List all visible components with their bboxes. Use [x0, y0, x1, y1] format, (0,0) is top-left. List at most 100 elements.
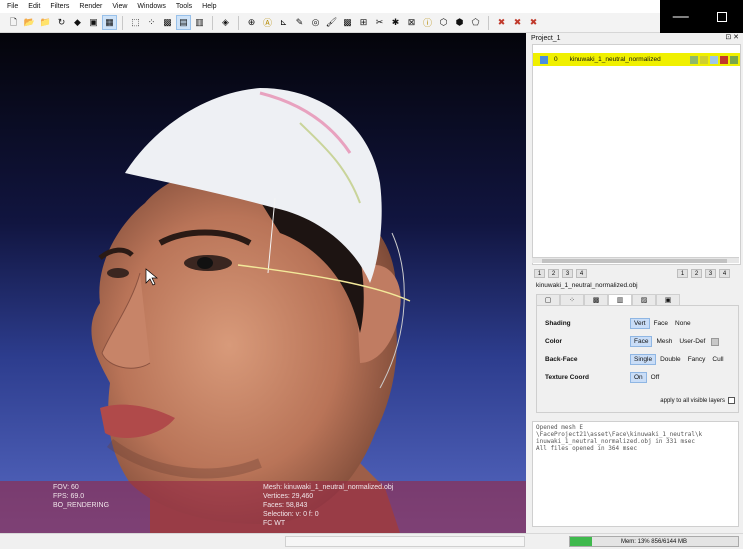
log-output[interactable]: Opened mesh E \FaceProject21\asset\Face\… [532, 421, 739, 527]
info-icon[interactable]: ⓘ [420, 15, 435, 30]
select-icon[interactable]: ◎ [308, 15, 323, 30]
face-select-icon[interactable]: ⊠ [404, 15, 419, 30]
menu-tools[interactable]: Tools [171, 0, 197, 13]
flat-shading-icon[interactable]: ▤ [176, 15, 191, 30]
backface-label: Back-Face [545, 356, 578, 363]
memory-usage-bar: Mem: 13% 856/6144 MB [569, 536, 739, 547]
slot-1-button[interactable]: 1 [677, 269, 688, 278]
backface-fancy-option[interactable]: Fancy [685, 355, 709, 364]
apply-all-label: apply to all visible layers [660, 397, 725, 404]
wireframe-icon[interactable]: ▩ [160, 15, 175, 30]
menu-windows[interactable]: Windows [132, 0, 170, 13]
backface-single-option[interactable]: Single [630, 354, 657, 365]
reload-icon[interactable]: ↻ [54, 15, 69, 30]
face-icon [700, 55, 708, 64]
points-icon[interactable]: ⁘ [144, 15, 159, 30]
slot-3-button[interactable]: 3 [705, 269, 716, 278]
edit-mesh-icon[interactable]: ✂ [372, 15, 387, 30]
selection-label: Selection: v: 0 f: 0 [263, 511, 319, 518]
delete-faces-icon[interactable]: ✖ [494, 15, 509, 30]
shading-none-option[interactable]: None [672, 319, 694, 328]
visibility-eye-icon[interactable] [540, 55, 548, 64]
menu-view[interactable]: View [107, 0, 132, 13]
color-swatch[interactable] [711, 337, 720, 346]
view-mode-icon[interactable]: ▦ [102, 15, 117, 30]
apply-all-checkbox[interactable] [728, 397, 735, 404]
slot-2-button[interactable]: 2 [691, 269, 702, 278]
annotate-icon[interactable]: Ⓐ [260, 15, 275, 30]
measure-icon[interactable]: ⊾ [276, 15, 291, 30]
save-icon[interactable]: ◆ [70, 15, 85, 30]
scrollbar-thumb[interactable] [542, 259, 727, 263]
main-toolbar: 🗋 📂 📁 ↻ ◆ ▣ ▦ ⬚ ⁘ ▩ ▤ ▥ ◈ ⊕ Ⓐ ⊾ ✎ ◎ 🖌 ▩ ⊞ ✂ ✱ ⊠ ⓘ ⬡ ⬢ ⬠ ✖ ✖ ✖ [0, 13, 660, 33]
toolbar-separator [238, 15, 239, 30]
apply-all-row: apply to all visible layers [660, 397, 735, 404]
log-line: Opened mesh E [536, 424, 583, 431]
smooth-shading-icon[interactable]: ▥ [192, 15, 207, 30]
panel-dock-controls[interactable]: ⊡ ✕ [725, 33, 739, 41]
open-folder-icon[interactable]: 📂 [22, 15, 37, 30]
slot-3-button[interactable]: 3 [562, 269, 573, 278]
delete-vertices-icon[interactable]: ✖ [510, 15, 525, 30]
color-user-def-option[interactable]: User-Def [676, 337, 708, 346]
paint-icon[interactable]: ✎ [292, 15, 307, 30]
flags-label: FC WT [263, 520, 286, 527]
texture-icon [730, 55, 738, 64]
color-face-option[interactable]: Face [630, 336, 653, 347]
layer-icons [690, 55, 738, 64]
slot-4-button[interactable]: 4 [576, 269, 587, 278]
mesh-render [91, 88, 411, 533]
color-mesh-option[interactable]: Mesh [653, 337, 675, 346]
menu-filters[interactable]: Filters [45, 0, 74, 13]
backface-row: Back-Face Single Double Fancy Cull [545, 354, 728, 365]
toolbar-separator [212, 15, 213, 30]
texture-label: Texture Coord [545, 374, 589, 381]
menu-bar: File Edit Filters Render View Windows To… [0, 0, 660, 13]
minimize-button[interactable]: — [660, 0, 702, 33]
select-connected-icon[interactable]: ⬢ [452, 15, 467, 30]
shading-vert-option[interactable]: Vert [630, 318, 650, 329]
trackball-icon[interactable]: ⊕ [244, 15, 259, 30]
slot-1-button[interactable]: 1 [534, 269, 545, 278]
brush-icon[interactable]: 🖌 [324, 15, 339, 30]
new-file-icon[interactable]: 🗋 [6, 15, 21, 30]
maximize-icon [717, 11, 728, 22]
texture-off-option[interactable]: Off [648, 373, 663, 382]
texture-on-option[interactable]: On [630, 372, 647, 383]
backface-double-option[interactable]: Double [657, 355, 684, 364]
maximize-button[interactable] [702, 0, 743, 33]
shading-face-option[interactable]: Face [651, 319, 671, 328]
shading-label: Shading [545, 320, 571, 327]
delete-all-icon[interactable]: ✖ [526, 15, 541, 30]
select-vertices-icon[interactable]: ⬠ [468, 15, 483, 30]
layer-scrollbar[interactable] [532, 257, 739, 263]
color-label: Color [545, 338, 562, 345]
menu-edit[interactable]: Edit [23, 0, 45, 13]
menu-help[interactable]: Help [197, 0, 221, 13]
layer-list[interactable]: 0 kinuwaki_1_neutral_normalized [532, 44, 741, 265]
mesh-icon [710, 55, 718, 64]
project-title: Project_1 [531, 34, 561, 42]
align-icon[interactable]: ⊞ [356, 15, 371, 30]
slot-2-button[interactable]: 2 [548, 269, 559, 278]
view-slots-right: 1 2 3 4 [677, 269, 730, 278]
layers-icon[interactable]: ◈ [218, 15, 233, 30]
select-faces-icon[interactable]: ⬡ [436, 15, 451, 30]
texture-row: Texture Coord On Off [545, 372, 663, 383]
color-row: Color Face Mesh User-Def [545, 336, 720, 347]
slot-4-button[interactable]: 4 [719, 269, 730, 278]
color-tool-icon[interactable]: ▩ [340, 15, 355, 30]
3d-viewport[interactable]: FOV: 60 FPS: 69.0 BO_RENDERING Mesh: kin… [0, 33, 526, 533]
bbox-icon[interactable]: ⬚ [128, 15, 143, 30]
import-icon[interactable]: 📁 [38, 15, 53, 30]
toolbar-separator [488, 15, 489, 30]
log-line: inuwaki_1_neutral_normalized.obj in 331 … [536, 438, 695, 445]
meshlab-window: File Edit Filters Render View Windows To… [0, 0, 743, 549]
menu-file[interactable]: File [2, 0, 23, 13]
backface-cull-option[interactable]: Cull [709, 355, 726, 364]
menu-render[interactable]: Render [74, 0, 107, 13]
layer-row[interactable]: 0 kinuwaki_1_neutral_normalized [533, 53, 740, 66]
layer-panel: Project_1 ⊡ ✕ 0 kinuwaki_1_neutral_norma… [528, 33, 743, 533]
snapshot-icon[interactable]: ▣ [86, 15, 101, 30]
vertex-select-icon[interactable]: ✱ [388, 15, 403, 30]
